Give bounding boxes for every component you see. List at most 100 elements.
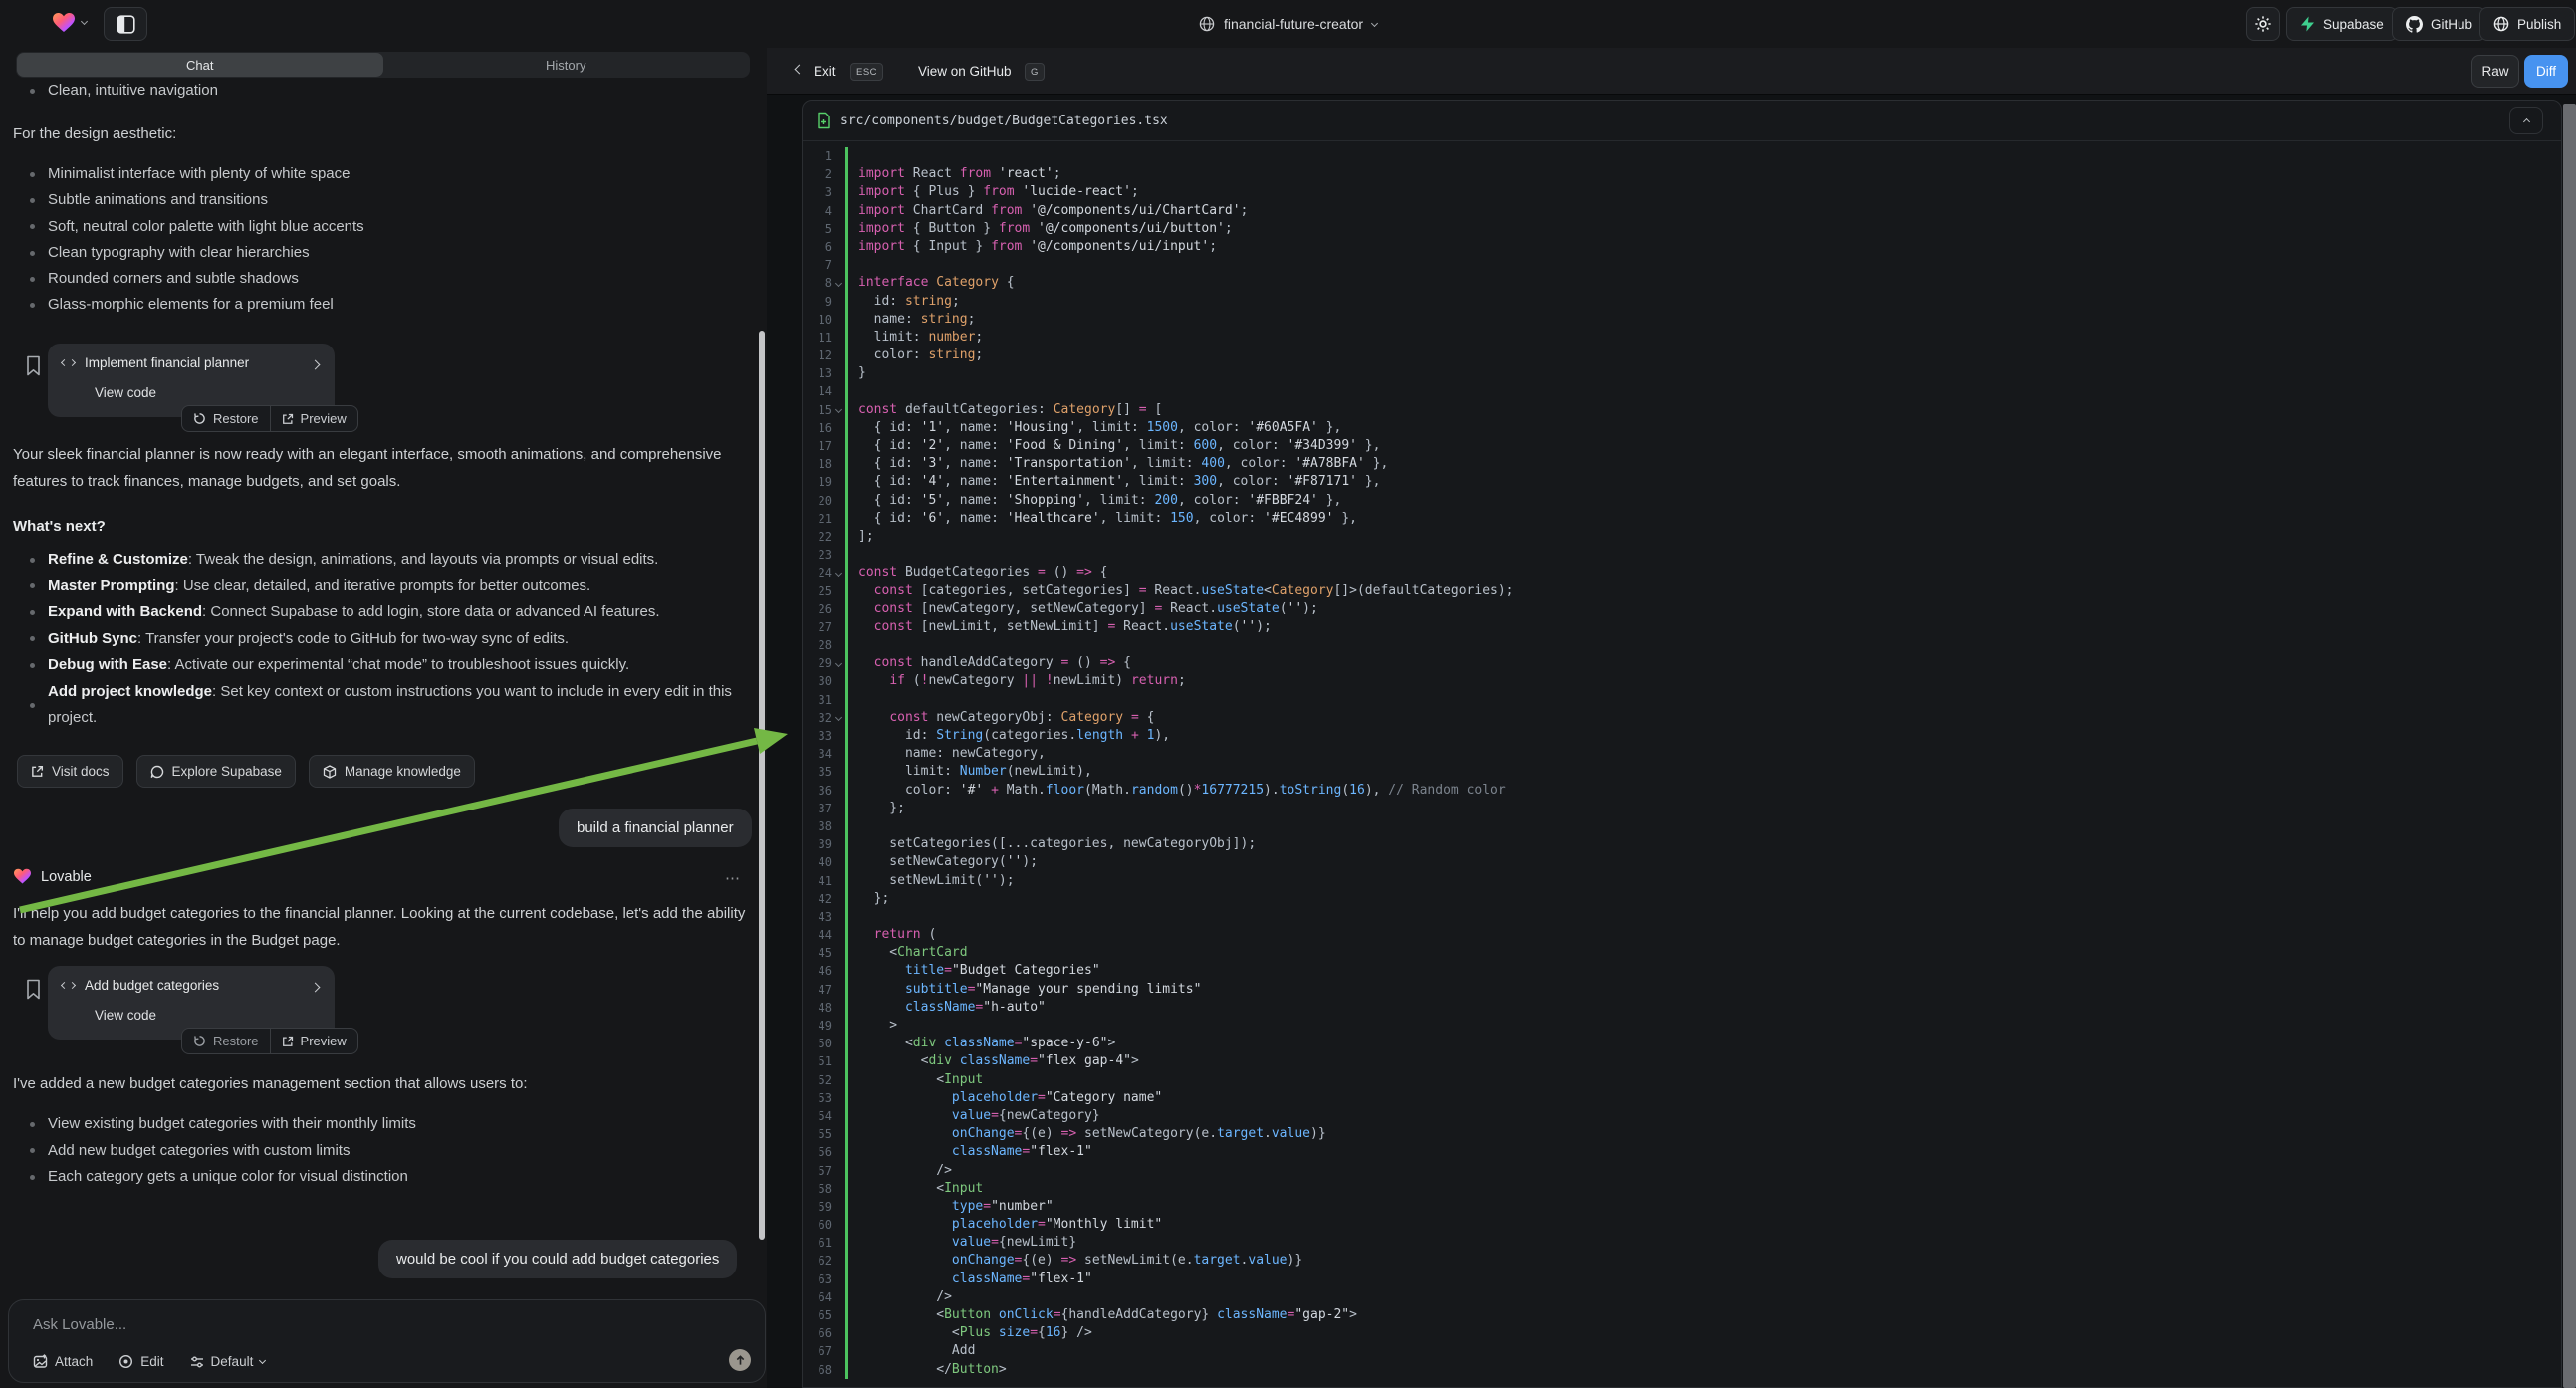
collapse-file-button[interactable]: [2509, 107, 2543, 134]
fold-marker[interactable]: [832, 1234, 845, 1252]
chat-scrollbar[interactable]: [759, 331, 765, 1240]
fold-marker[interactable]: [832, 1342, 845, 1360]
fold-marker[interactable]: [832, 1216, 845, 1234]
fold-marker[interactable]: [832, 944, 845, 962]
fold-marker[interactable]: [832, 1017, 845, 1035]
fold-marker[interactable]: [832, 999, 845, 1017]
fold-marker[interactable]: [832, 293, 845, 311]
diff-toggle-button[interactable]: Diff: [2524, 55, 2568, 88]
fold-marker[interactable]: [832, 1107, 845, 1125]
fold-marker[interactable]: [832, 890, 845, 908]
preview-button[interactable]: Preview: [270, 1029, 357, 1053]
fold-marker[interactable]: [832, 1035, 845, 1052]
fold-marker[interactable]: [832, 165, 845, 183]
fold-marker[interactable]: [832, 962, 845, 980]
fold-marker[interactable]: [832, 835, 845, 853]
fold-marker[interactable]: [832, 455, 845, 473]
fold-marker[interactable]: [832, 1288, 845, 1306]
fold-marker[interactable]: [832, 510, 845, 528]
fold-marker[interactable]: [832, 437, 845, 455]
fold-marker[interactable]: [832, 1071, 845, 1089]
fold-marker[interactable]: [832, 582, 845, 600]
fold-marker[interactable]: [832, 618, 845, 636]
fold-marker[interactable]: [832, 311, 845, 329]
fold-marker[interactable]: [832, 1180, 845, 1198]
view-on-github-link[interactable]: View on GitHub: [918, 56, 1012, 88]
visit-docs-button[interactable]: Visit docs: [17, 755, 123, 788]
fold-marker[interactable]: [832, 654, 845, 672]
view-code-link[interactable]: View code: [95, 1008, 156, 1023]
fold-marker[interactable]: [832, 1162, 845, 1180]
fold-marker[interactable]: [832, 763, 845, 781]
view-code-link[interactable]: View code: [95, 385, 156, 400]
settings-button[interactable]: [2246, 7, 2280, 41]
manage-knowledge-button[interactable]: Manage knowledge: [309, 755, 475, 788]
fold-marker[interactable]: [832, 672, 845, 690]
fold-marker[interactable]: [832, 329, 845, 347]
fold-marker[interactable]: [832, 1143, 845, 1161]
fold-marker[interactable]: [832, 1361, 845, 1379]
fold-marker[interactable]: [832, 473, 845, 491]
send-button[interactable]: [729, 1349, 751, 1371]
fold-marker[interactable]: [832, 600, 845, 618]
logo-menu-chevron-icon[interactable]: [81, 18, 88, 25]
lovable-logo-icon[interactable]: [52, 12, 76, 34]
mode-select[interactable]: Default: [190, 1354, 266, 1369]
fold-marker[interactable]: [832, 1089, 845, 1107]
fold-marker[interactable]: [832, 1271, 845, 1288]
project-switcher[interactable]: financial-future-creator: [0, 0, 2576, 48]
file-path-row[interactable]: src/components/budget/BudgetCategories.t…: [803, 101, 2561, 141]
restore-button[interactable]: Restore: [182, 406, 270, 431]
preview-button[interactable]: Preview: [270, 406, 357, 431]
fold-marker[interactable]: [832, 817, 845, 835]
fold-marker[interactable]: [832, 546, 845, 564]
fold-marker[interactable]: [832, 800, 845, 817]
fold-marker[interactable]: [832, 727, 845, 745]
fold-marker[interactable]: [832, 1306, 845, 1324]
fold-marker[interactable]: [832, 1125, 845, 1143]
exit-button[interactable]: Exit: [814, 56, 836, 88]
fold-marker[interactable]: [832, 1324, 845, 1342]
fold-marker[interactable]: [832, 183, 845, 201]
fold-marker[interactable]: [832, 238, 845, 256]
edit-button[interactable]: Edit: [118, 1354, 163, 1369]
toggle-sidebar-button[interactable]: [104, 7, 147, 41]
attach-button[interactable]: Attach: [33, 1354, 93, 1369]
fold-marker[interactable]: [832, 528, 845, 546]
bookmark-icon[interactable]: [25, 979, 42, 1000]
fold-marker[interactable]: [832, 1252, 845, 1270]
fold-marker[interactable]: [832, 364, 845, 382]
fold-marker[interactable]: [832, 782, 845, 800]
fold-marker[interactable]: [832, 908, 845, 926]
raw-toggle-button[interactable]: Raw: [2471, 55, 2519, 88]
fold-marker[interactable]: [832, 492, 845, 510]
supabase-button[interactable]: Supabase: [2286, 7, 2398, 41]
fold-marker[interactable]: [832, 709, 845, 727]
fold-marker[interactable]: [832, 745, 845, 763]
tab-chat[interactable]: Chat: [17, 53, 383, 77]
fold-marker[interactable]: [832, 1052, 845, 1070]
code-body[interactable]: 12import React from 'react';3import { Pl…: [803, 141, 2561, 1379]
fold-marker[interactable]: [832, 419, 845, 437]
fold-marker[interactable]: [832, 147, 845, 165]
fold-marker[interactable]: [832, 981, 845, 999]
fold-marker[interactable]: [832, 274, 845, 292]
tab-history[interactable]: History: [383, 53, 750, 77]
bookmark-icon[interactable]: [25, 355, 42, 376]
fold-marker[interactable]: [832, 564, 845, 581]
chat-input-box[interactable]: Ask Lovable... Attach Edit Default: [8, 1299, 766, 1383]
fold-marker[interactable]: [832, 1198, 845, 1216]
fold-marker[interactable]: [832, 401, 845, 419]
restore-button[interactable]: Restore: [182, 1029, 270, 1053]
fold-marker[interactable]: [832, 220, 845, 238]
fold-marker[interactable]: [832, 926, 845, 944]
explore-supabase-button[interactable]: Explore Supabase: [136, 755, 296, 788]
code-scrollbar[interactable]: [2563, 104, 2576, 1388]
message-menu-button[interactable]: ⋯: [725, 869, 742, 887]
publish-button[interactable]: Publish: [2479, 7, 2575, 41]
fold-marker[interactable]: [832, 853, 845, 871]
fold-marker[interactable]: [832, 347, 845, 364]
fold-marker[interactable]: [832, 872, 845, 890]
github-button[interactable]: GitHub: [2392, 7, 2486, 41]
fold-marker[interactable]: [832, 202, 845, 220]
